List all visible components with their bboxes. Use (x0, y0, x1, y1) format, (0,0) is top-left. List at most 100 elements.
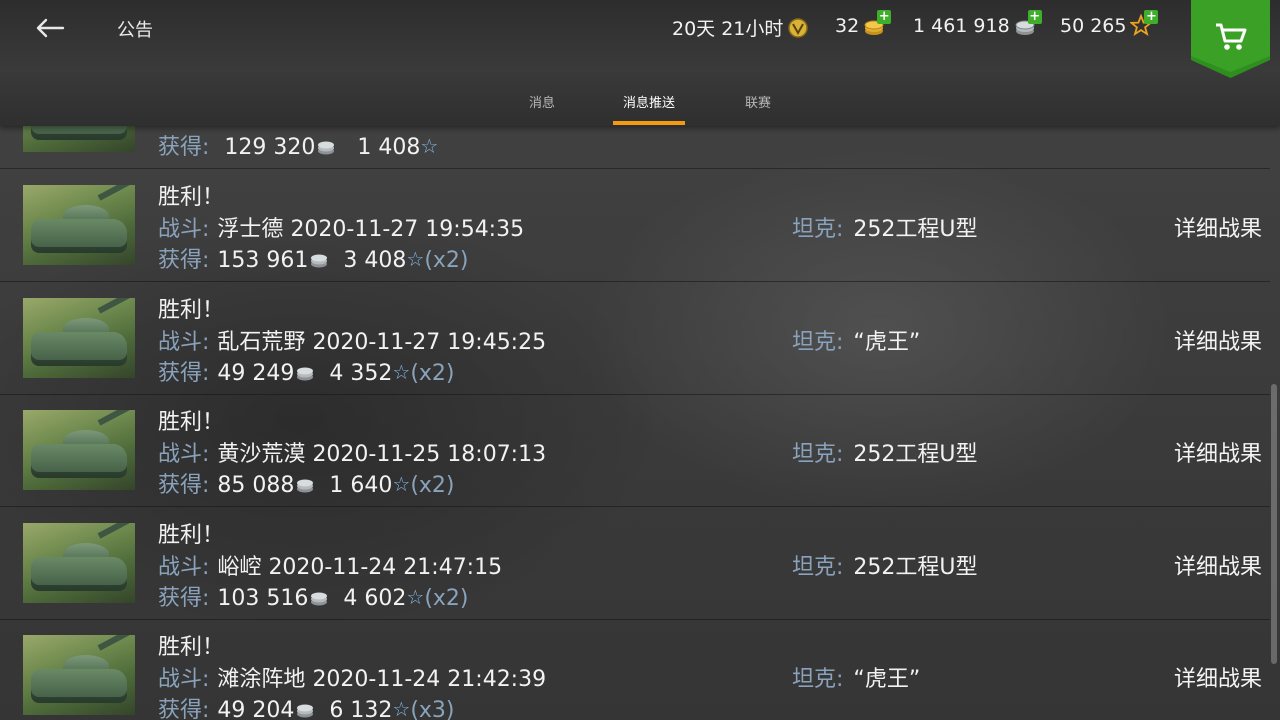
free-xp-value: 50 265 (1060, 15, 1127, 37)
battle-line: 战斗: 滩涂阵地 2020-11-24 21:42:39 (158, 667, 547, 692)
star-xp-icon: ☆ (406, 584, 425, 609)
tab-push-messages[interactable]: 消息推送 (619, 92, 679, 111)
earned-credits: 85 088 (217, 473, 295, 498)
battle-map: 滩涂阵地 (217, 667, 306, 692)
earned-xp: 4 352 (329, 360, 393, 386)
premium-timer[interactable]: 20天 21小时 (672, 14, 809, 41)
silver-coin-icon (297, 479, 314, 493)
earned-line: 获得: 85 088 1 640☆(x2) (158, 472, 455, 498)
battle-list[interactable]: 获得: 129 320 1 408☆ 胜利！ 战斗: 浮士德 2020-11-27 … (0, 126, 1280, 720)
tank-info: 坦克: 252工程U型 (792, 554, 978, 580)
page-title: 公告 (117, 20, 153, 41)
list-item[interactable]: 胜利！ 战斗: 浮士德 2020-11-27 19:54:35 获得: 153 961 3… (0, 169, 1270, 282)
silver-coin-icon (311, 592, 328, 605)
earned-line: 获得: 153 961 3 408☆(x2) (158, 247, 469, 273)
credits-value: 1 461 918 (913, 15, 1010, 37)
star-xp-icon: ☆ (392, 359, 411, 384)
tank-name: 252工程U型 (853, 217, 978, 242)
tank-thumbnail (23, 410, 135, 490)
silver-coin-icon (311, 254, 328, 268)
earned-xp: 1 640 (329, 473, 393, 498)
battle-line: 战斗: 浮士德 2020-11-27 19:54:35 (158, 217, 525, 242)
silver-coin-icon (297, 704, 314, 718)
battle-datetime: 2020-11-27 19:45:25 (312, 329, 547, 355)
xp-multiplier: (x2) (410, 473, 455, 498)
battle-result: 胜利！ (158, 522, 225, 548)
back-button[interactable] (30, 10, 70, 46)
tank-name: 252工程U型 (853, 442, 978, 467)
battle-details-button[interactable]: 详细战果 (1174, 661, 1262, 693)
list-item[interactable]: 胜利！ 战斗: 黄沙荒漠 2020-11-25 18:07:13 获得: 85 088 1… (0, 394, 1270, 507)
battle-datetime: 2020-11-24 21:47:15 (268, 554, 503, 580)
battle-map: 乱石荒野 (217, 329, 306, 355)
tank-thumbnail (23, 126, 135, 152)
gold-balance[interactable]: 32 + (835, 10, 892, 38)
battle-details-button[interactable]: 详细战果 (1174, 324, 1262, 356)
earned-xp: 4 602 (343, 585, 407, 611)
star-xp-icon: ☆ (392, 697, 411, 720)
active-tab-indicator (613, 121, 685, 125)
earned-xp: 3 408 (343, 248, 407, 273)
list-item[interactable]: 胜利！ 战斗: 峪崆 2020-11-24 21:47:15 获得: 103 516 4 … (0, 507, 1270, 620)
earned-line: 获得: 103 516 4 602☆(x2) (158, 584, 469, 611)
battle-result: 胜利！ (158, 297, 225, 323)
xp-multiplier: (x2) (424, 585, 469, 611)
credits-balance[interactable]: 1 461 918 + (913, 10, 1042, 38)
premium-timer-value: 20天 21小时 (672, 18, 784, 40)
tank-name: 252工程U型 (853, 554, 978, 580)
battle-line: 战斗: 峪崆 2020-11-24 21:47:15 (158, 554, 503, 580)
top-bar: 公告 20天 21小时 32 + 1 461 918 + 50 265 + 消息… (0, 0, 1280, 126)
battle-line: 战斗: 乱石荒野 2020-11-27 19:45:25 (158, 329, 547, 355)
earned-credits: 103 516 (217, 585, 309, 611)
add-gold-icon[interactable]: + (877, 10, 892, 24)
tab-messages[interactable]: 消息 (527, 92, 557, 111)
tank-info: 坦克: 252工程U型 (792, 217, 978, 242)
tank-thumbnail (23, 522, 135, 603)
earned-credits: 153 961 (217, 248, 309, 273)
earned-line: 获得: 129 320 1 408☆ (158, 134, 439, 160)
battle-datetime: 2020-11-27 19:54:35 (290, 217, 525, 242)
star-xp-icon: + (1129, 10, 1159, 38)
tank-info: 坦克: “虎王” (792, 667, 921, 692)
earned-xp: 6 132 (329, 698, 393, 720)
add-credits-icon[interactable]: + (1027, 10, 1042, 24)
silver-coin-icon: + (1014, 10, 1042, 38)
tank-thumbnail (23, 635, 135, 715)
battle-map: 黄沙荒漠 (217, 442, 306, 467)
battle-details-button[interactable]: 详细战果 (1174, 211, 1262, 243)
tank-info: 坦克: 252工程U型 (792, 442, 978, 467)
tab-bar: 消息 消息推送 联赛 (0, 86, 1280, 126)
xp-multiplier: (x2) (424, 248, 469, 273)
tank-thumbnail (23, 297, 135, 378)
star-xp-icon: ☆ (406, 247, 425, 271)
battle-result: 胜利！ (158, 410, 225, 435)
tank-info: 坦克: “虎王” (792, 329, 921, 355)
list-item[interactable]: 胜利！ 战斗: 乱石荒野 2020-11-27 19:45:25 获得: 49 249 4… (0, 282, 1270, 395)
battle-datetime: 2020-11-24 21:42:39 (312, 667, 547, 692)
gold-value: 32 (835, 15, 860, 37)
tank-name: “虎王” (853, 667, 921, 692)
earned-credits: 49 249 (217, 360, 295, 386)
list-item[interactable]: 胜利！ 战斗: 滩涂阵地 2020-11-24 21:42:39 获得: 49 204 6… (0, 619, 1270, 720)
tank-thumbnail (23, 185, 135, 265)
battle-line: 战斗: 黄沙荒漠 2020-11-25 18:07:13 (158, 442, 547, 467)
back-arrow-icon (36, 18, 65, 38)
list-item[interactable]: 获得: 129 320 1 408☆ (0, 126, 1270, 169)
battle-result: 胜利！ (158, 635, 225, 660)
earned-line: 获得: 49 204 6 132☆(x3) (158, 692, 455, 720)
add-xp-icon[interactable]: + (1144, 10, 1159, 24)
battle-details-button[interactable]: 详细战果 (1174, 549, 1262, 581)
shop-button[interactable] (1191, 0, 1270, 78)
battle-map: 浮士德 (217, 217, 284, 242)
tank-name: “虎王” (853, 329, 921, 355)
silver-coin-icon (297, 367, 314, 380)
scrollbar[interactable] (1271, 384, 1277, 664)
xp-multiplier: (x2) (410, 360, 455, 386)
star-xp-icon: ☆ (420, 134, 439, 158)
battle-map: 峪崆 (217, 554, 262, 580)
tab-league[interactable]: 联赛 (743, 92, 773, 111)
battle-result: 胜利！ (158, 185, 225, 210)
premium-timer-icon (788, 17, 809, 38)
battle-details-button[interactable]: 详细战果 (1174, 436, 1262, 468)
free-xp-balance[interactable]: 50 265 + (1060, 10, 1159, 38)
